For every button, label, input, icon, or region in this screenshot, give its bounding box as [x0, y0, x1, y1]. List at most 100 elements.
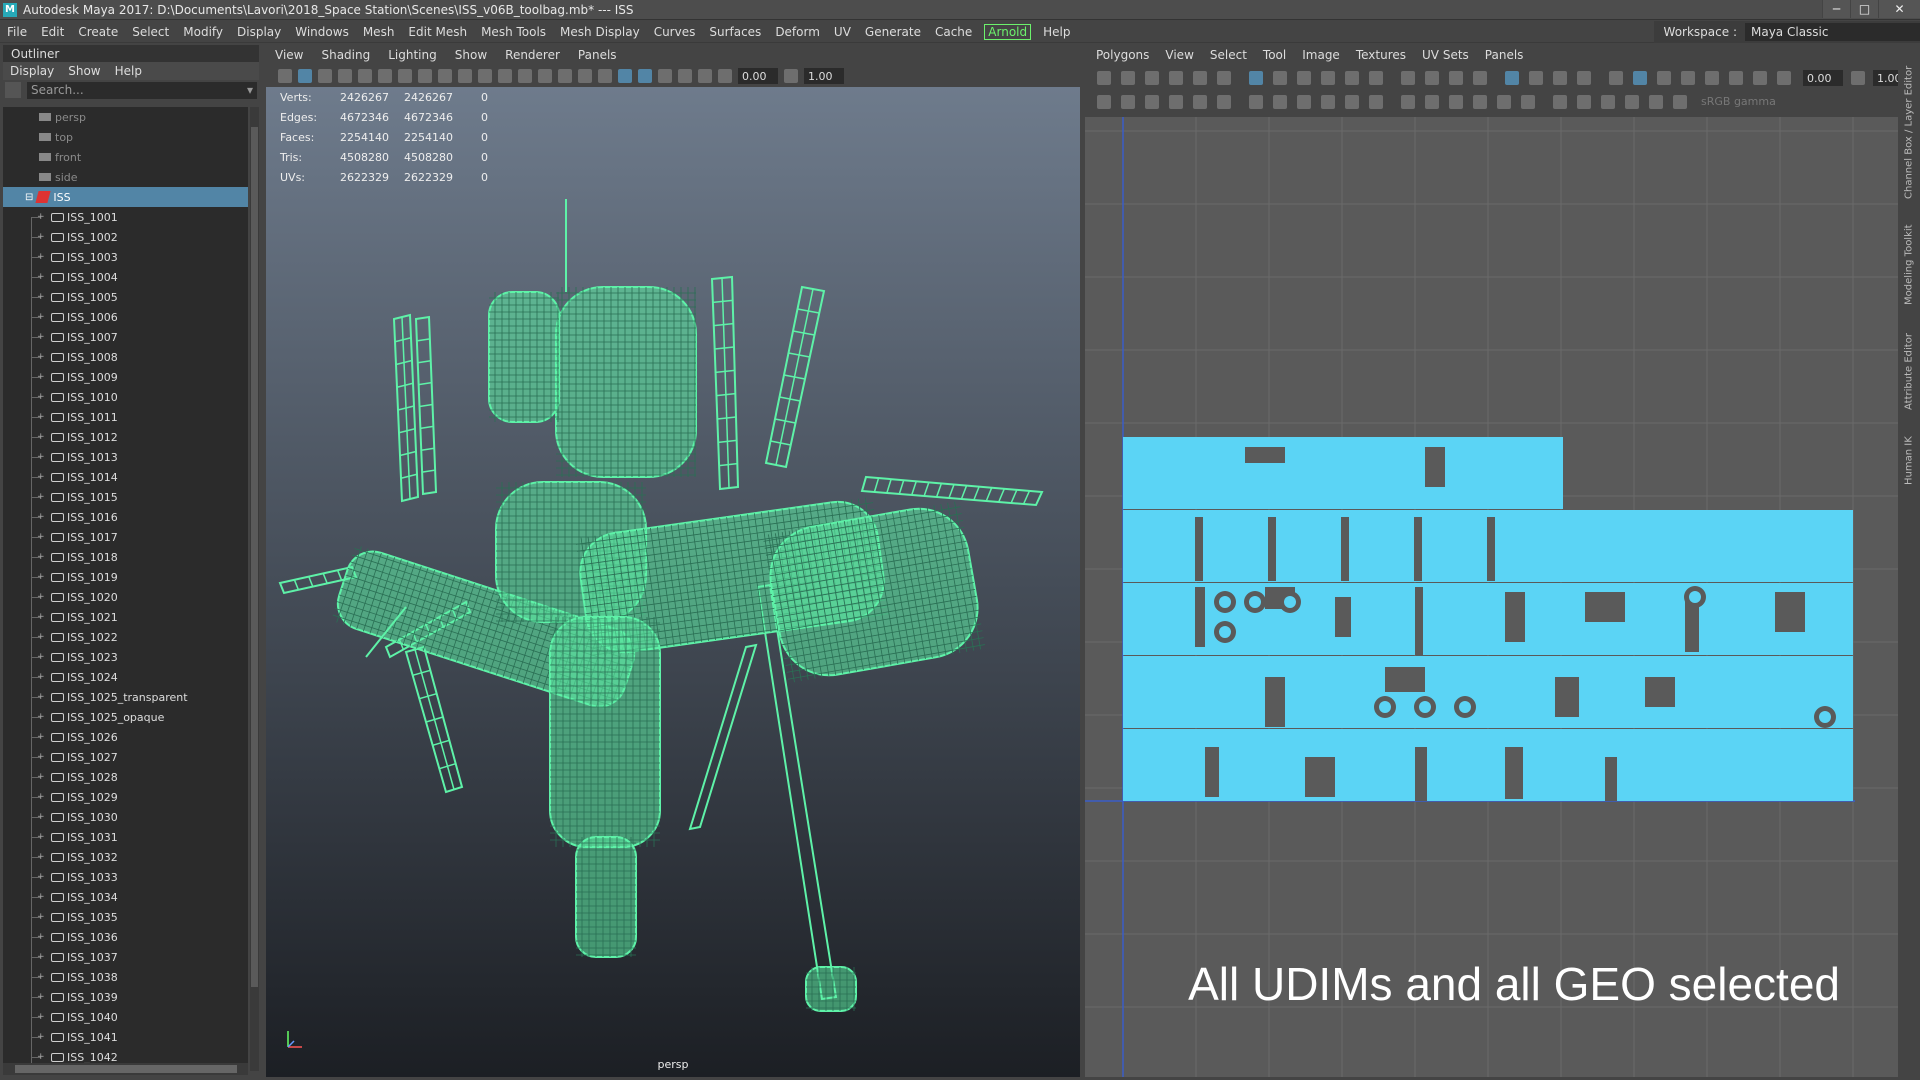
outliner-camera-side[interactable]: side [3, 167, 248, 187]
outliner-mesh-item[interactable]: + ISS_1029 [3, 787, 248, 807]
expand-icon[interactable]: + [37, 412, 45, 422]
outliner-mesh-item[interactable]: + ISS_1026 [3, 727, 248, 747]
expand-icon[interactable]: + [37, 952, 45, 962]
expand-icon[interactable]: + [37, 432, 45, 442]
outliner-group-iss[interactable]: ⊟ ISS [3, 187, 248, 207]
expand-icon[interactable]: + [37, 592, 45, 602]
expand-icon[interactable]: + [37, 312, 45, 322]
expand-icon[interactable]: + [37, 912, 45, 922]
expand-icon[interactable]: + [37, 512, 45, 522]
outliner-mesh-item[interactable]: + ISS_1019 [3, 567, 248, 587]
expand-icon[interactable]: + [37, 1052, 45, 1062]
outliner-mesh-item[interactable]: + ISS_1034 [3, 887, 248, 907]
uv-tool-icon[interactable] [1633, 71, 1647, 85]
outliner-mesh-item[interactable]: + ISS_1012 [3, 427, 248, 447]
minimize-button[interactable]: ─ [1822, 0, 1850, 18]
uv-tool-icon[interactable] [1121, 71, 1135, 85]
resolution-gate-icon[interactable] [418, 69, 432, 83]
expand-icon[interactable]: + [37, 272, 45, 282]
expand-icon[interactable]: + [37, 612, 45, 622]
outliner-mesh-item[interactable]: + ISS_1031 [3, 827, 248, 847]
gamma-icon[interactable] [698, 69, 712, 83]
uv-tool-icon[interactable] [1193, 71, 1207, 85]
uv-exposure-field[interactable]: 0.00 [1803, 70, 1843, 86]
outliner-mesh-item[interactable]: + ISS_1018 [3, 547, 248, 567]
outliner-camera-front[interactable]: front [3, 147, 248, 167]
menu-edit-mesh[interactable]: Edit Mesh [401, 25, 474, 39]
uv-tool-icon[interactable] [1097, 95, 1111, 109]
menu-cache[interactable]: Cache [928, 25, 979, 39]
vp-menu-lighting[interactable]: Lighting [379, 48, 446, 62]
expand-icon[interactable]: + [37, 372, 45, 382]
uv-tool-icon[interactable] [1497, 95, 1511, 109]
outliner-mesh-item[interactable]: + ISS_1016 [3, 507, 248, 527]
tab-modeling-toolkit[interactable]: Modeling Toolkit [1900, 215, 1918, 305]
uv-tool-icon[interactable] [1193, 95, 1207, 109]
expand-icon[interactable]: + [37, 652, 45, 662]
uv-tool-icon[interactable] [1145, 71, 1159, 85]
expand-icon[interactable]: + [37, 552, 45, 562]
uv-tool-icon[interactable] [1273, 95, 1287, 109]
outliner-menu-show[interactable]: Show [61, 64, 107, 78]
menu-modify[interactable]: Modify [176, 25, 230, 39]
outliner-mesh-item[interactable]: + ISS_1041 [3, 1027, 248, 1047]
scroll-thumb[interactable] [15, 1065, 237, 1073]
uv-menu-view[interactable]: View [1157, 48, 1201, 62]
menu-select[interactable]: Select [125, 25, 176, 39]
tab-attribute-editor[interactable]: Attribute Editor [1900, 320, 1918, 410]
menu-uv[interactable]: UV [827, 25, 858, 39]
outliner-mesh-item[interactable]: + ISS_1040 [3, 1007, 248, 1027]
gamma-field-icon[interactable] [784, 69, 798, 83]
outliner-mesh-item[interactable]: + ISS_1032 [3, 847, 248, 867]
camera-icon[interactable] [278, 69, 292, 83]
lighting-icon[interactable] [518, 69, 532, 83]
uv-tool-icon[interactable] [1553, 71, 1567, 85]
exposure-field[interactable]: 0.00 [738, 68, 778, 84]
exposure-icon[interactable] [718, 69, 732, 83]
vp-menu-shading[interactable]: Shading [312, 48, 379, 62]
expand-icon[interactable]: + [37, 532, 45, 542]
color-space-dropdown[interactable]: sRGB gamma [1701, 95, 1776, 108]
expand-icon[interactable]: + [37, 712, 45, 722]
uv-menu-textures[interactable]: Textures [1348, 48, 1414, 62]
uv-tool-icon[interactable] [1249, 71, 1263, 85]
uv-tool-icon[interactable] [1297, 71, 1311, 85]
bookmark-icon[interactable] [338, 69, 352, 83]
outliner-mesh-item[interactable]: + ISS_1030 [3, 807, 248, 827]
uv-udim-grid[interactable] [1085, 117, 1898, 1077]
outliner-mesh-item[interactable]: + ISS_1007 [3, 327, 248, 347]
expand-icon[interactable]: + [37, 692, 45, 702]
uv-tool-icon[interactable] [1529, 71, 1543, 85]
uv-tool-icon[interactable] [1753, 71, 1767, 85]
uv-tool-icon[interactable] [1145, 95, 1159, 109]
uv-tool-icon[interactable] [1657, 71, 1671, 85]
expand-icon[interactable]: + [37, 992, 45, 1002]
uv-tool-icon[interactable] [1169, 71, 1183, 85]
outliner-mesh-item[interactable]: + ISS_1025_transparent [3, 687, 248, 707]
outliner-mesh-item[interactable]: + ISS_1021 [3, 607, 248, 627]
uv-tool-icon[interactable] [1729, 71, 1743, 85]
uv-tool-icon[interactable] [1345, 71, 1359, 85]
dropdown-arrow-icon[interactable]: ▾ [247, 83, 253, 97]
uv-tool-icon[interactable] [1217, 95, 1231, 109]
maximize-button[interactable]: □ [1850, 0, 1878, 18]
outliner-camera-top[interactable]: top [3, 127, 248, 147]
vp-menu-renderer[interactable]: Renderer [496, 48, 569, 62]
outliner-search-input[interactable]: Search... ▾ [27, 81, 257, 99]
outliner-mesh-item[interactable]: + ISS_1025_opaque [3, 707, 248, 727]
uv-tool-icon[interactable] [1601, 95, 1615, 109]
expand-icon[interactable]: + [37, 932, 45, 942]
uv-tool-icon[interactable] [1297, 95, 1311, 109]
grid-toggle-icon[interactable] [378, 69, 392, 83]
uv-tool-icon[interactable] [1273, 71, 1287, 85]
film-gate-icon[interactable] [398, 69, 412, 83]
uv-tool-icon[interactable] [1449, 95, 1463, 109]
outliner-mesh-item[interactable]: + ISS_1008 [3, 347, 248, 367]
uv-tool-icon[interactable] [1681, 71, 1695, 85]
outliner-menu-display[interactable]: Display [3, 64, 61, 78]
uv-tool-icon[interactable] [1473, 71, 1487, 85]
uv-tool-icon[interactable] [1553, 95, 1567, 109]
tab-channel-box[interactable]: Channel Box / Layer Editor [1900, 49, 1918, 199]
iss-wireframe-model[interactable] [266, 87, 1080, 1077]
filter-icon[interactable] [5, 82, 21, 98]
